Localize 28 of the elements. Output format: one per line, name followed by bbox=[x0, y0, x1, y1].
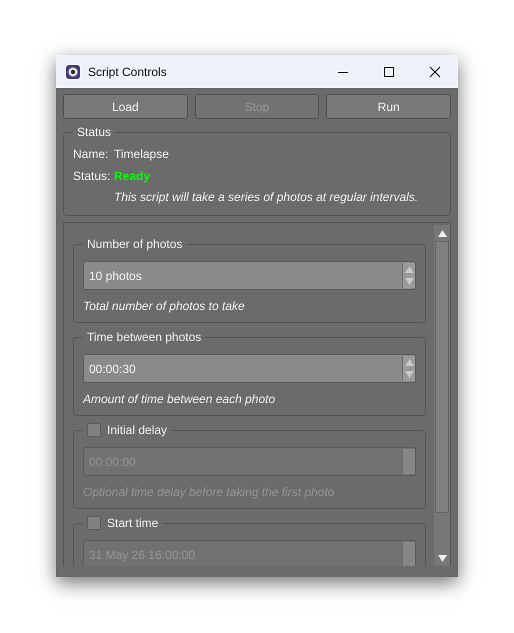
group-title: Number of photos bbox=[87, 237, 182, 251]
group-title: Status bbox=[77, 125, 112, 139]
hint-text: Amount of time between each photo bbox=[83, 392, 276, 406]
spin-field[interactable]: 00:00:30 bbox=[83, 354, 416, 383]
app-icon bbox=[66, 64, 80, 78]
spin-up-icon[interactable] bbox=[404, 266, 414, 273]
hint-text: Total number of photos to take bbox=[83, 299, 246, 313]
action-button[interactable]: Load bbox=[63, 94, 188, 119]
scrollbar[interactable] bbox=[434, 225, 450, 566]
action-button[interactable]: Run bbox=[326, 94, 452, 119]
maximize-icon[interactable] bbox=[383, 66, 395, 78]
status-value: Ready bbox=[114, 169, 150, 183]
spin-field[interactable]: 10 photos bbox=[83, 261, 416, 290]
window-title: Script Controls bbox=[88, 64, 168, 78]
group-title: Start time bbox=[107, 516, 158, 530]
spin-up-icon[interactable] bbox=[404, 358, 414, 366]
scroll-thumb[interactable] bbox=[435, 241, 449, 513]
script-name: Timelapse bbox=[114, 147, 169, 161]
group-title: Initial delay bbox=[107, 423, 168, 437]
close-icon[interactable] bbox=[429, 66, 441, 78]
group-title: Time between photos bbox=[87, 330, 202, 344]
spin-down-icon[interactable] bbox=[404, 278, 414, 286]
scroll-up-icon[interactable] bbox=[438, 230, 446, 236]
field-label: Name: bbox=[73, 147, 109, 161]
field-label: Status: bbox=[73, 169, 109, 183]
description-text: This script will take a series of photos at regular intervals. bbox=[114, 190, 418, 204]
spin-down-icon[interactable] bbox=[404, 371, 414, 378]
scroll-down-icon[interactable] bbox=[438, 554, 446, 562]
